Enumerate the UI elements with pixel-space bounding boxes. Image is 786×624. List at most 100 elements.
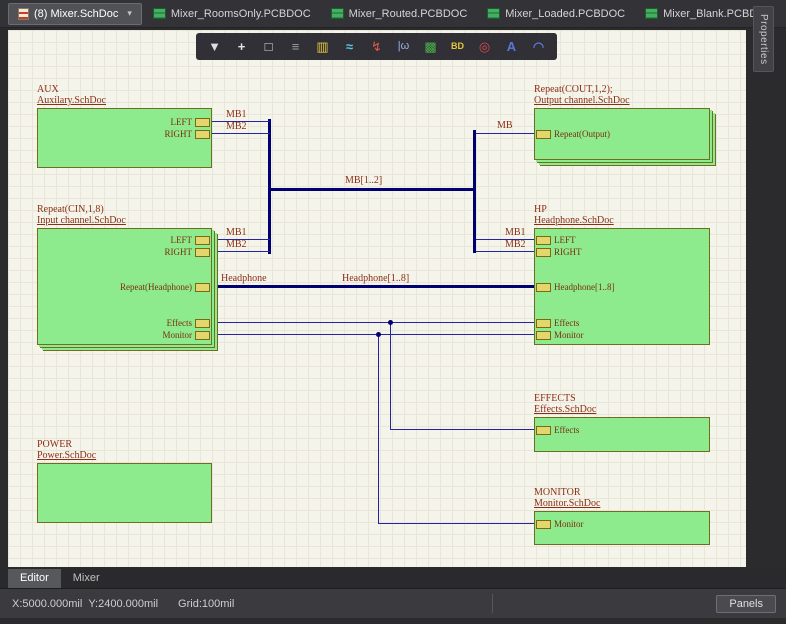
bus-label[interactable]: Headphone[1..8] bbox=[342, 274, 409, 284]
sheet-entry-right[interactable]: RIGHT bbox=[165, 247, 211, 257]
bus-mb-left-vertical[interactable] bbox=[268, 119, 271, 254]
target-icon[interactable]: ◎ bbox=[475, 33, 494, 60]
port-box bbox=[195, 118, 210, 127]
tab-mixer-loaded-pcbdoc[interactable]: Mixer_Loaded.PCBDOC bbox=[478, 3, 634, 25]
sheet-filename[interactable]: Auxilary.SchDoc bbox=[37, 95, 212, 106]
move-cursor-icon[interactable]: + bbox=[232, 33, 251, 60]
editor-view-tab[interactable]: Editor bbox=[8, 569, 61, 588]
wire-monitor-branch[interactable] bbox=[378, 523, 534, 524]
tab-mixer-schdoc[interactable]: (8) Mixer.SchDoc ▾ bbox=[8, 3, 142, 25]
sheet-entry-right[interactable]: RIGHT bbox=[536, 247, 582, 257]
port-box bbox=[195, 331, 210, 340]
align-icon[interactable]: ≡ bbox=[286, 33, 305, 60]
sheet-entry-left[interactable]: LEFT bbox=[536, 235, 576, 245]
bd-icon[interactable]: BD bbox=[448, 33, 467, 60]
sheet-designator[interactable]: POWER bbox=[37, 439, 212, 450]
sheet-entry-monitor[interactable]: Monitor bbox=[162, 330, 210, 340]
sheet-symbol-aux: AUX Auxilary.SchDoc LEFT RIGHT bbox=[37, 84, 212, 168]
sheet-filename[interactable]: Monitor.SchDoc bbox=[534, 498, 710, 509]
sheet-body[interactable]: LEFT RIGHT Headphone[1..8] Effects Monit… bbox=[534, 228, 710, 345]
sheet-entry-left[interactable]: LEFT bbox=[171, 235, 211, 245]
tab-label: Mixer_Loaded.PCBDOC bbox=[505, 8, 625, 20]
net-label[interactable]: Headphone bbox=[221, 274, 267, 284]
net-label[interactable]: MB1 bbox=[505, 228, 526, 238]
pcbdoc-icon bbox=[487, 8, 500, 19]
port-box bbox=[195, 130, 210, 139]
bus-headphone[interactable] bbox=[212, 285, 534, 288]
signal-wires-icon[interactable]: ≈ bbox=[340, 33, 359, 60]
net-label[interactable]: MB1 bbox=[226, 110, 247, 120]
sheet-body[interactable]: Repeat(Output) bbox=[534, 108, 710, 160]
net-label[interactable]: MB2 bbox=[226, 240, 247, 250]
junction-effects bbox=[388, 320, 393, 325]
sheet-designator[interactable]: Repeat(COUT,1,2); bbox=[534, 84, 710, 95]
sheet-filename[interactable]: Input channel.SchDoc bbox=[37, 215, 212, 226]
sheet-designator[interactable]: AUX bbox=[37, 84, 212, 95]
sheet-filename[interactable]: Headphone.SchDoc bbox=[534, 215, 710, 226]
wire-output-mb[interactable] bbox=[476, 133, 534, 134]
sheet-symbol-power: POWER Power.SchDoc bbox=[37, 439, 212, 523]
sheet-entry-monitor[interactable]: Monitor bbox=[536, 519, 584, 529]
bus-mb-right-vertical[interactable] bbox=[473, 130, 476, 253]
columns-icon[interactable]: ▥ bbox=[313, 33, 332, 60]
bus-label[interactable]: MB[1..2] bbox=[345, 176, 382, 186]
tab-dropdown-caret-icon[interactable]: ▾ bbox=[127, 8, 132, 19]
sheet-body[interactable]: Monitor bbox=[534, 511, 710, 545]
schematic-canvas[interactable]: ▼ + □ ≡ ▥ ≈ ↯ |ω ▩ BD ◎ A ◠ bbox=[8, 30, 746, 567]
sheet-designator[interactable]: HP bbox=[534, 204, 710, 215]
sheet-designator[interactable]: Repeat(CIN,1,8) bbox=[37, 204, 212, 215]
sheet-designator[interactable]: EFFECTS bbox=[534, 393, 710, 404]
waveform-icon[interactable]: |ω bbox=[394, 33, 413, 60]
net-label[interactable]: MB2 bbox=[505, 240, 526, 250]
net-label[interactable]: MB bbox=[497, 121, 513, 131]
port-box bbox=[536, 426, 551, 435]
text-icon[interactable]: A bbox=[502, 33, 521, 60]
sheet-filename[interactable]: Power.SchDoc bbox=[37, 450, 212, 461]
wire-effects-branch[interactable] bbox=[390, 429, 534, 430]
wire-monitor[interactable] bbox=[212, 334, 534, 335]
sheet-entry-repeat-output[interactable]: Repeat(Output) bbox=[536, 129, 610, 139]
sheet-designator[interactable]: MONITOR bbox=[534, 487, 710, 498]
status-bar: X:5000.000mil Y:2400.000mil Grid:100mil … bbox=[0, 588, 786, 618]
wire-effects[interactable] bbox=[212, 322, 534, 323]
wire-input-mb2[interactable] bbox=[212, 251, 270, 252]
sheet-body[interactable]: LEFT RIGHT Repeat(Headphone) Effects Mon… bbox=[37, 228, 212, 345]
cursor-x-readout: X:5000.000mil bbox=[12, 598, 82, 610]
wire-aux-mb2[interactable] bbox=[212, 133, 270, 134]
port-box bbox=[195, 248, 210, 257]
port-box bbox=[536, 130, 551, 139]
tab-mixer-routed-pcbdoc[interactable]: Mixer_Routed.PCBDOC bbox=[322, 3, 477, 25]
sheet-filename[interactable]: Effects.SchDoc bbox=[534, 404, 710, 415]
board-region-icon[interactable]: ▩ bbox=[421, 33, 440, 60]
net-label[interactable]: MB1 bbox=[226, 228, 247, 238]
sheet-entry-right[interactable]: RIGHT bbox=[165, 129, 211, 139]
panels-button[interactable]: Panels bbox=[716, 595, 776, 613]
sheet-body[interactable]: Effects bbox=[534, 417, 710, 452]
sheet-entry-left[interactable]: LEFT bbox=[171, 117, 211, 127]
sheet-entry-monitor[interactable]: Monitor bbox=[536, 330, 584, 340]
sheet-entry-repeat-headphone[interactable]: Repeat(Headphone) bbox=[120, 282, 210, 292]
mixer-view-tab[interactable]: Mixer bbox=[61, 569, 112, 588]
arc-icon[interactable]: ◠ bbox=[529, 33, 548, 60]
wire-effects-drop[interactable] bbox=[390, 322, 391, 429]
port-box bbox=[195, 236, 210, 245]
wire-monitor-drop[interactable] bbox=[378, 334, 379, 523]
sheet-body[interactable] bbox=[37, 463, 212, 523]
selection-rect-icon[interactable]: □ bbox=[259, 33, 278, 60]
pcbdoc-icon bbox=[645, 8, 658, 19]
sheet-entry-effects[interactable]: Effects bbox=[536, 425, 579, 435]
sheet-body[interactable]: LEFT RIGHT bbox=[37, 108, 212, 168]
probe-icon[interactable]: ↯ bbox=[367, 33, 386, 60]
altium-window: (8) Mixer.SchDoc ▾ Mixer_RoomsOnly.PCBDO… bbox=[0, 0, 786, 624]
tab-label: Mixer_Routed.PCBDOC bbox=[349, 8, 468, 20]
sheet-filename[interactable]: Output channel.SchDoc bbox=[534, 95, 710, 106]
properties-panel-tab[interactable]: Properties bbox=[753, 6, 774, 72]
wire-hp-mb2[interactable] bbox=[476, 251, 534, 252]
filter-icon[interactable]: ▼ bbox=[205, 33, 224, 60]
sheet-entry-effects[interactable]: Effects bbox=[167, 318, 210, 328]
sheet-entry-headphone-bus[interactable]: Headphone[1..8] bbox=[536, 282, 614, 292]
sheet-entry-effects[interactable]: Effects bbox=[536, 318, 579, 328]
tab-mixer-roomsonly-pcbdoc[interactable]: Mixer_RoomsOnly.PCBDOC bbox=[144, 3, 320, 25]
bus-mb-horizontal[interactable] bbox=[268, 188, 476, 191]
net-label[interactable]: MB2 bbox=[226, 122, 247, 132]
